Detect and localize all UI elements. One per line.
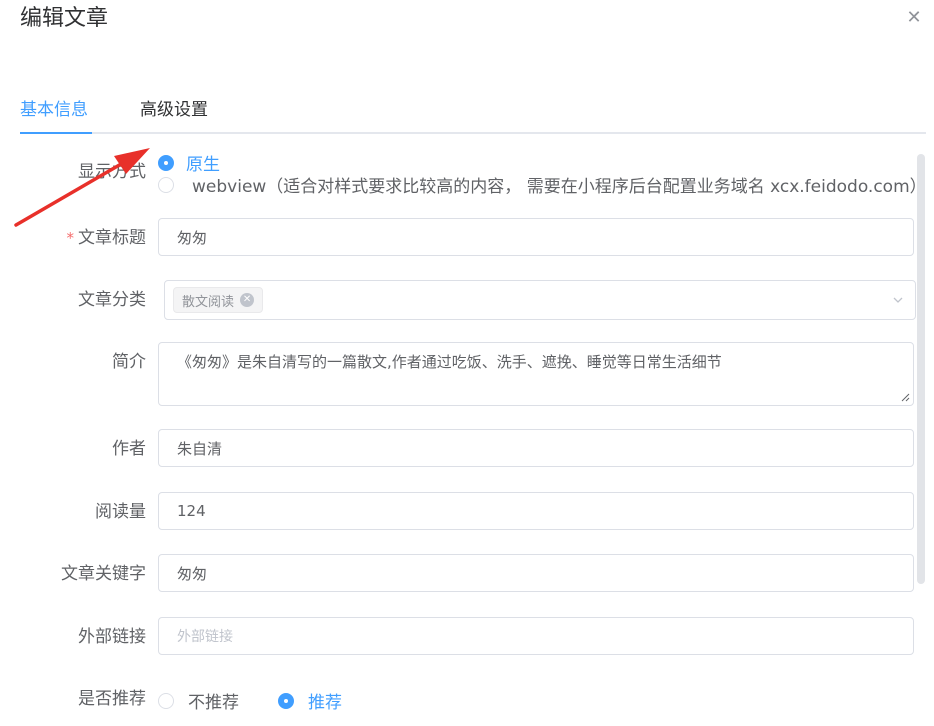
- dialog-title: 编辑文章: [20, 6, 109, 31]
- tab-advanced-settings[interactable]: 高级设置: [140, 98, 208, 122]
- form-scroll-area: 显示方式 原生 webview（适合对样式要求比较高的内容， 需要在小程序后台配…: [0, 134, 934, 726]
- tag-close-icon[interactable]: ✕: [240, 293, 255, 307]
- radio-unchecked-icon: [158, 176, 174, 193]
- title-input[interactable]: 匆匆: [158, 218, 914, 256]
- display-mode-label: 显示方式: [78, 162, 146, 182]
- recommend-label: 是否推荐: [78, 689, 146, 709]
- tab-bar: 基本信息 高级设置: [20, 90, 926, 134]
- category-tag: 散文阅读 ✕: [173, 287, 264, 313]
- read-count-input[interactable]: 124: [158, 492, 914, 530]
- keywords-label: 文章关键字: [61, 564, 146, 584]
- required-mark: *: [66, 229, 75, 247]
- chevron-down-icon[interactable]: [893, 295, 903, 305]
- category-select[interactable]: 散文阅读 ✕: [164, 280, 916, 320]
- category-tag-label: 散文阅读: [182, 294, 235, 310]
- tab-basic-info[interactable]: 基本信息: [20, 98, 88, 122]
- display-mode-webview-radio[interactable]: webview（适合对样式要求比较高的内容， 需要在小程序后台配置业务域名 xc…: [158, 172, 927, 197]
- title-label-text: 文章标题: [78, 228, 146, 248]
- keywords-input[interactable]: 匆匆: [158, 554, 914, 592]
- external-link-input[interactable]: 外部链接: [158, 617, 914, 655]
- radio-unchecked-icon: [158, 692, 174, 709]
- recommend-yes-radio[interactable]: 推荐: [278, 688, 342, 713]
- author-input[interactable]: 朱自清: [158, 429, 914, 467]
- recommend-yes-label: 推荐: [308, 693, 342, 713]
- resize-handle-icon[interactable]: [900, 392, 910, 402]
- summary-textarea[interactable]: 《匆匆》是朱自清写的一篇散文,作者通过吃饭、洗手、遮挽、睡觉等日常生活细节: [158, 342, 914, 406]
- vertical-scrollbar[interactable]: [917, 154, 925, 584]
- author-label: 作者: [112, 439, 146, 459]
- display-mode-webview-label: webview（适合对样式要求比较高的内容， 需要在小程序后台配置业务域名 xc…: [192, 177, 927, 197]
- summary-text: 《匆匆》是朱自清写的一篇散文,作者通过吃饭、洗手、遮挽、睡觉等日常生活细节: [177, 353, 722, 371]
- close-icon[interactable]: ✕: [903, 6, 925, 28]
- recommend-no-label: 不推荐: [188, 693, 239, 713]
- external-link-label: 外部链接: [78, 627, 146, 647]
- read-count-label: 阅读量: [95, 502, 146, 522]
- summary-label: 简介: [112, 352, 146, 372]
- radio-checked-icon: [158, 154, 174, 171]
- title-label: * 文章标题: [0, 226, 147, 250]
- recommend-no-radio[interactable]: 不推荐: [158, 688, 239, 713]
- category-label: 文章分类: [78, 290, 146, 310]
- radio-checked-icon: [278, 692, 294, 709]
